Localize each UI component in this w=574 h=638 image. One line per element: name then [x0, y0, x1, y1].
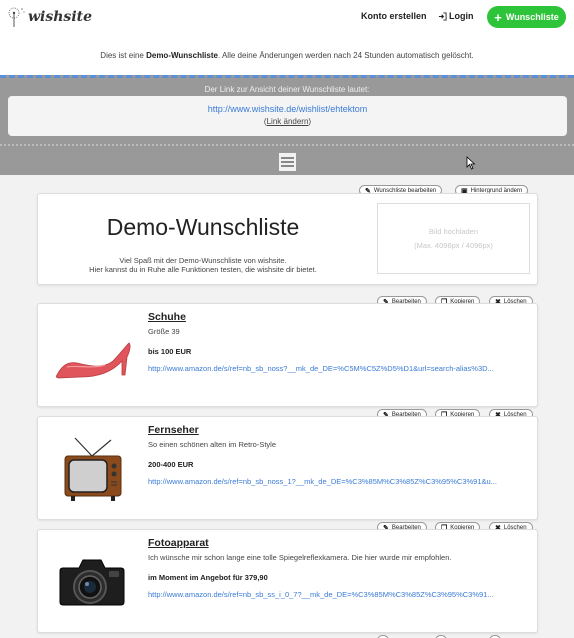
image-upload-box[interactable]: Bild hochladen (Max. 4096px / 4096px) [377, 203, 530, 274]
item-name[interactable]: Fernseher [148, 424, 199, 436]
item-price: 200-400 EUR [148, 460, 194, 469]
notice-bold: Demo-Wunschliste [146, 51, 218, 60]
create-wishlist-button[interactable]: + Wunschliste [487, 6, 566, 28]
item-name[interactable]: Schuhe [148, 311, 186, 323]
logo[interactable]: wishsite [6, 5, 92, 29]
wish-item-card: Fernseher So einen schönen alten im Retr… [37, 416, 538, 520]
wishlist-description-line2: Hier kannst du in Ruhe alle Funktionen t… [89, 265, 317, 275]
wish-item-card: Schuhe Größe 39 bis 100 EUR http://www.a… [37, 303, 538, 407]
item-image[interactable] [46, 540, 138, 624]
wishlist-title: Demo-Wunschliste [106, 214, 300, 240]
high-heel-shoe-icon [56, 342, 131, 379]
share-link-section: Der Link zur Ansicht deiner Wunschliste … [0, 75, 574, 175]
dandelion-logo-icon [8, 7, 25, 27]
mouse-cursor-icon [466, 156, 476, 170]
plus-icon: + [494, 9, 502, 25]
item-link[interactable]: http://www.amazon.de/s/ref=nb_sb_noss?__… [148, 364, 533, 373]
wishlist-description: Viel Spaß mit der Demo-Wunschliste von w… [38, 256, 368, 275]
item-description: Größe 39 [148, 327, 180, 336]
create-wishlist-label: Wunschliste [505, 12, 559, 22]
login-label: Login [449, 11, 474, 21]
item-price: bis 100 EUR [148, 347, 192, 356]
wish-item-card: Fotoapparat Ich wünsche mir schon lange … [37, 529, 538, 633]
item-image[interactable] [46, 314, 138, 398]
item-image[interactable] [46, 427, 138, 511]
share-link-label: Der Link zur Ansicht deiner Wunschliste … [204, 85, 370, 94]
retro-tv-icon [64, 437, 122, 501]
share-link-box: http://www.wishsite.de/wishlist/ehtektom… [8, 96, 567, 136]
share-link-url[interactable]: http://www.wishsite.de/wishlist/ehtektom [8, 104, 567, 114]
item-link[interactable]: http://www.amazon.de/s/ref=nb_sb_noss_1?… [148, 477, 533, 486]
notice-suffix: . Alle deine Änderungen werden nach 24 S… [217, 51, 474, 60]
image-upload-label: Bild hochladen [428, 227, 479, 236]
login-icon [438, 11, 447, 21]
menu-icon[interactable] [279, 153, 296, 171]
notice-prefix: Dies ist eine [100, 51, 147, 60]
item-price: im Moment im Angebot für 379,90 [148, 573, 268, 582]
logo-text: wishsite [28, 9, 93, 25]
change-link-close: ) [308, 117, 312, 126]
item-description: Ich wünsche mir schon lange eine tolle S… [148, 553, 452, 562]
wishlist-header-card: Demo-Wunschliste Viel Spaß mit der Demo-… [37, 193, 538, 285]
login-link[interactable]: Login [438, 11, 474, 21]
create-account-link[interactable]: Konto erstellen [361, 11, 427, 21]
dslr-camera-icon [59, 559, 125, 606]
change-link[interactable]: (Link ändern) [8, 117, 567, 126]
image-upload-hint: (Max. 4096px / 4096px) [414, 241, 493, 251]
divider [0, 144, 574, 146]
item-description: So einen schönen alten im Retro-Style [148, 440, 276, 449]
demo-notice: Dies ist eine Demo-Wunschliste. Alle dei… [0, 35, 574, 75]
change-link-text: Link ändern [266, 117, 309, 126]
item-name[interactable]: Fotoapparat [148, 537, 209, 549]
top-navigation-bar: wishsite Konto erstellen Login + Wunschl… [0, 0, 574, 35]
wishlist-description-line1: Viel Spaß mit der Demo-Wunschliste von w… [119, 256, 287, 265]
item-link[interactable]: http://www.amazon.de/s/ref=nb_sb_ss_i_0_… [148, 590, 533, 599]
